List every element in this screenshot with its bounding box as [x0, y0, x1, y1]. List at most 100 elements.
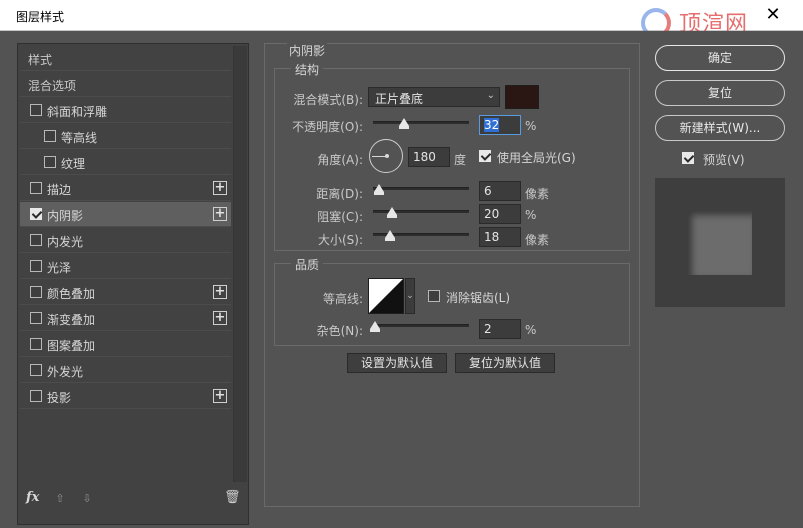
style-item-label: 颜色叠加 [47, 287, 96, 301]
style-item-checkbox[interactable] [30, 208, 42, 220]
style-item-checkbox[interactable] [30, 390, 42, 402]
reset-default-button[interactable]: 复位为默认值 [455, 353, 555, 373]
add-effect-icon[interactable]: + [213, 207, 227, 221]
distance-slider[interactable] [373, 184, 469, 195]
opacity-slider-thumb[interactable] [398, 118, 409, 129]
preview-box [655, 178, 785, 307]
set-default-button[interactable]: 设置为默认值 [347, 353, 447, 373]
new-style-button[interactable]: 新建样式(W)... [655, 115, 785, 141]
style-item-3[interactable]: 等高线 [20, 124, 231, 149]
noise-slider-thumb[interactable] [369, 321, 380, 332]
angle-unit: 度 [454, 153, 467, 167]
style-item-5[interactable]: 描边 + [20, 176, 231, 201]
style-item-11[interactable]: 图案叠加 [20, 332, 231, 357]
add-effect-icon[interactable]: + [213, 181, 227, 195]
blend-mode-label: 混合模式(B): [293, 93, 363, 107]
antialias-label: 消除锯齿(L) [446, 291, 511, 305]
ok-button[interactable]: 确定 [655, 45, 785, 71]
antialias-checkbox[interactable] [428, 290, 440, 302]
style-item-8[interactable]: 光泽 [20, 254, 231, 279]
shadow-color-swatch[interactable] [505, 85, 539, 109]
style-item-label: 渐变叠加 [47, 313, 96, 327]
style-item-10[interactable]: 渐变叠加 + [20, 306, 231, 331]
style-item-9[interactable]: 颜色叠加 + [20, 280, 231, 305]
distance-input[interactable]: 6 [479, 181, 521, 201]
panel-title: 内阴影 [287, 42, 328, 59]
style-item-7[interactable]: 内发光 [20, 228, 231, 253]
quality-group: 品质 等高线: ⌄ 消除锯齿(L) 杂色(N): 2 % [274, 256, 630, 346]
fx-icon[interactable]: fx [26, 490, 39, 505]
opacity-input[interactable]: 32 [479, 115, 521, 135]
style-item-4[interactable]: 纹理 [20, 150, 231, 175]
choke-input[interactable]: 20 [479, 204, 521, 224]
contour-dropdown-button[interactable]: ⌄ [405, 278, 415, 314]
opacity-slider[interactable] [373, 118, 469, 129]
noise-slider[interactable] [369, 321, 469, 332]
style-item-checkbox[interactable] [30, 182, 42, 194]
preview-swatch [688, 211, 752, 275]
style-item-label: 内阴影 [47, 209, 84, 223]
move-down-icon[interactable]: ⇩ [81, 493, 93, 505]
style-item-label: 光泽 [47, 261, 72, 275]
structure-title: 结构 [291, 61, 324, 78]
opacity-label: 不透明度(O): [292, 120, 363, 134]
contour-picker[interactable] [368, 278, 404, 314]
style-item-label: 内发光 [47, 235, 84, 249]
inner-shadow-panel: 内阴影 结构 混合模式(B): 正片叠底 ⌄ 不透明度(O): 32 % 角度(… [264, 42, 640, 507]
style-item-checkbox[interactable] [44, 130, 56, 142]
structure-group: 结构 混合模式(B): 正片叠底 ⌄ 不透明度(O): 32 % 角度(A): … [274, 61, 630, 251]
size-input[interactable]: 18 [479, 227, 521, 247]
noise-input[interactable]: 2 [479, 319, 521, 339]
style-item-checkbox[interactable] [30, 260, 42, 272]
blend-mode-select[interactable]: 正片叠底 ⌄ [368, 87, 500, 107]
trash-icon[interactable]: 🗑 [224, 491, 241, 505]
add-effect-icon[interactable]: + [213, 311, 227, 325]
preview-label: 预览(V) [703, 153, 745, 167]
global-light-checkbox[interactable] [479, 150, 491, 162]
size-slider[interactable] [373, 230, 469, 241]
add-effect-icon[interactable]: + [213, 389, 227, 403]
style-item-label: 等高线 [61, 131, 98, 145]
styles-list: 样式混合选项斜面和浮雕等高线纹理描边 + 内阴影 + 内发光光泽颜色叠加 + 渐变叠加 + 图案… [20, 46, 231, 482]
opacity-unit: % [525, 119, 537, 133]
style-item-12[interactable]: 外发光 [20, 358, 231, 383]
choke-slider[interactable] [373, 207, 469, 218]
quality-title: 品质 [291, 256, 324, 273]
distance-slider-thumb[interactable] [373, 184, 384, 195]
styles-panel: 样式混合选项斜面和浮雕等高线纹理描边 + 内阴影 + 内发光光泽颜色叠加 + 渐变叠加 + 图案… [17, 43, 249, 525]
add-effect-icon[interactable]: + [213, 285, 227, 299]
preview-checkbox[interactable] [682, 152, 694, 164]
angle-dial[interactable] [369, 139, 403, 173]
style-item-13[interactable]: 投影 + [20, 384, 231, 409]
angle-label: 角度(A): [317, 153, 363, 167]
style-item-6[interactable]: 内阴影 + [20, 202, 231, 227]
angle-input[interactable]: 180 [408, 147, 450, 167]
reset-button[interactable]: 复位 [655, 80, 785, 106]
style-item-label: 外发光 [47, 365, 84, 379]
close-icon[interactable]: ✕ [763, 6, 783, 26]
style-item-checkbox[interactable] [30, 312, 42, 324]
styles-toolbar: fx ⇧ ⇩ 🗑 [18, 484, 248, 524]
style-item-checkbox[interactable] [30, 234, 42, 246]
distance-label: 距离(D): [316, 187, 363, 201]
styles-scrollbar[interactable] [233, 46, 247, 482]
choke-label: 阻塞(C): [317, 210, 363, 224]
style-item-checkbox[interactable] [44, 156, 56, 168]
style-item-checkbox[interactable] [30, 364, 42, 376]
choke-slider-thumb[interactable] [387, 207, 398, 218]
style-item-checkbox[interactable] [30, 338, 42, 350]
style-item-checkbox[interactable] [30, 286, 42, 298]
style-item-label: 图案叠加 [47, 339, 96, 353]
noise-unit: % [525, 323, 537, 337]
global-light-label: 使用全局光(G) [497, 151, 576, 165]
style-item-checkbox[interactable] [30, 104, 42, 116]
style-item-label: 描边 [47, 183, 72, 197]
move-up-icon[interactable]: ⇧ [54, 493, 66, 505]
style-item-0[interactable]: 样式 [20, 46, 231, 71]
size-unit: 像素 [525, 233, 550, 247]
size-slider-thumb[interactable] [385, 230, 396, 241]
style-item-label: 混合选项 [28, 79, 77, 93]
style-item-2[interactable]: 斜面和浮雕 [20, 98, 231, 123]
style-item-label: 斜面和浮雕 [47, 105, 108, 119]
style-item-1[interactable]: 混合选项 [20, 72, 231, 97]
